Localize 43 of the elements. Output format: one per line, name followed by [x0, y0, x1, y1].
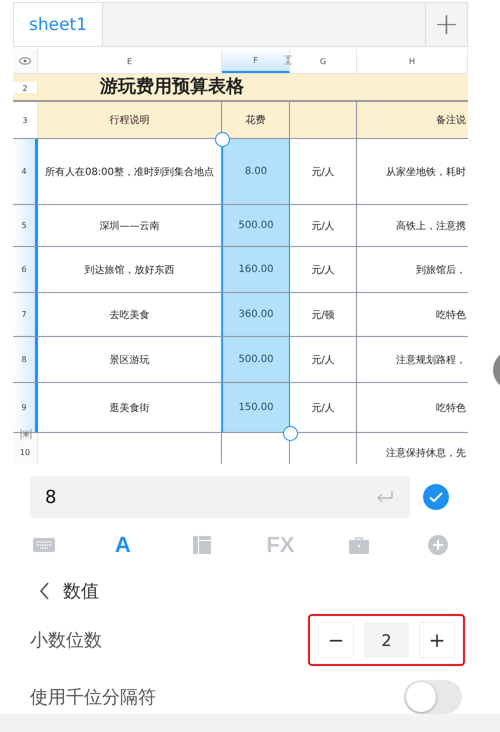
back-icon[interactable]: [39, 582, 49, 600]
input-value: 8: [45, 486, 56, 508]
row-number[interactable]: 7: [13, 293, 38, 336]
panel-title: 数值: [63, 580, 99, 603]
table-cell: 160.00: [222, 247, 290, 292]
table-cell: 360.00: [222, 293, 290, 336]
keyboard-icon[interactable]: [33, 538, 55, 552]
row-number: 2: [13, 82, 38, 92]
layout-icon[interactable]: [192, 536, 211, 554]
table-cell: 150.00: [222, 383, 290, 432]
toggle-switch[interactable]: [404, 680, 462, 714]
decrement-button[interactable]: −: [318, 622, 354, 658]
resize-handle-icon[interactable]: [283, 55, 293, 65]
row-number[interactable]: 6: [13, 247, 38, 292]
add-icon[interactable]: [428, 535, 448, 555]
row-number[interactable]: 9: [13, 383, 38, 432]
setting-label: 小数位数: [30, 629, 102, 652]
stepper-value: 2: [364, 622, 409, 658]
row-number[interactable]: 10: [13, 433, 38, 464]
column-header[interactable]: F: [222, 49, 290, 73]
row-number[interactable]: 4: [13, 139, 38, 204]
row-number: 3: [13, 102, 38, 138]
eye-icon: [19, 57, 31, 65]
cell-input-field[interactable]: 8: [30, 476, 410, 518]
briefcase-icon[interactable]: [349, 536, 370, 554]
column-label: F: [253, 56, 258, 64]
visibility-toggle[interactable]: [13, 49, 38, 73]
increment-button[interactable]: +: [419, 622, 455, 658]
column-label: E: [126, 56, 132, 66]
freeze-icon[interactable]: [20, 428, 32, 440]
sheet-title: 游玩费用预算表格: [100, 76, 244, 98]
column-label: G: [320, 56, 326, 66]
return-icon[interactable]: [376, 490, 394, 504]
table-cell: 500.00: [222, 337, 290, 382]
table-cell: 8.00: [222, 139, 290, 204]
column-label: H: [408, 56, 415, 66]
setting-label: 使用千位分隔符: [30, 686, 156, 709]
row-number[interactable]: 8: [13, 337, 38, 382]
column-header[interactable]: H: [357, 49, 468, 73]
confirm-icon[interactable]: [423, 484, 449, 510]
row-number[interactable]: 5: [13, 205, 38, 246]
column-header[interactable]: G: [290, 49, 357, 73]
table-cell: 500.00: [222, 205, 290, 246]
